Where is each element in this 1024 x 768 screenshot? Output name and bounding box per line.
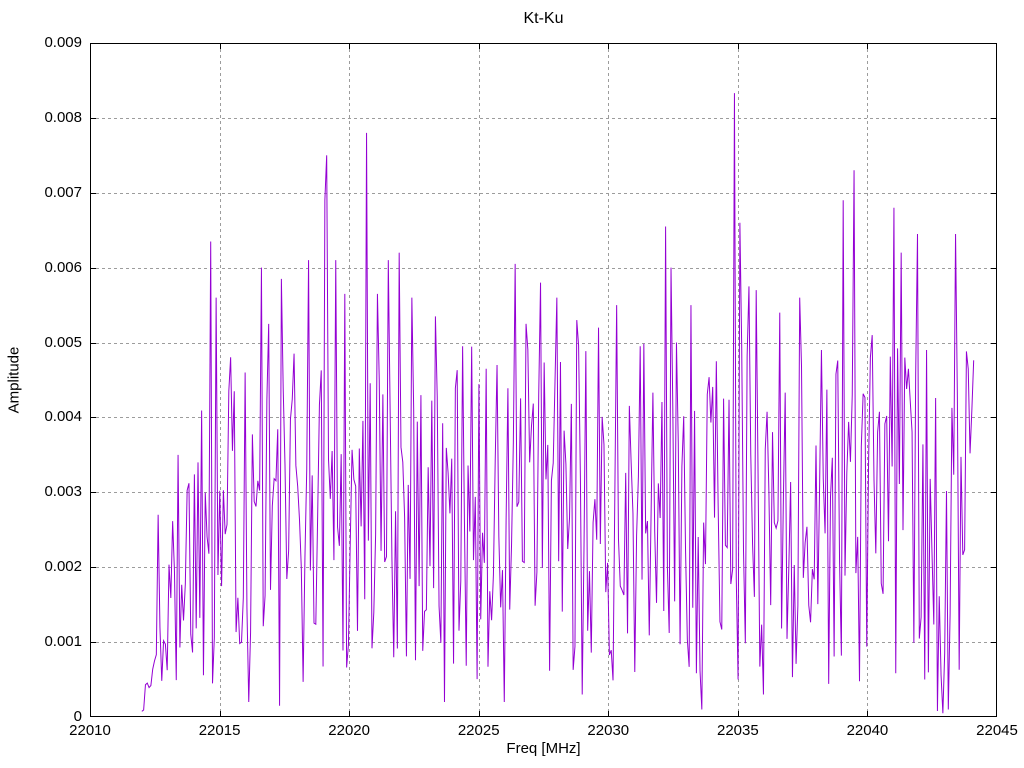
x-axis-label: Freq [MHz]: [506, 740, 581, 757]
x-tick-label: 22040: [846, 722, 889, 739]
chart-title: Kt-Ku: [523, 10, 564, 27]
y-tick-label: 0.001: [44, 633, 82, 651]
x-tick-label: 22020: [328, 722, 370, 739]
x-tick-label: 22045: [976, 722, 1018, 739]
y-tick-label: 0.006: [44, 258, 82, 276]
y-tick-label: 0.005: [44, 333, 82, 351]
plot-area: [90, 43, 997, 717]
x-tick-label: 22010: [69, 722, 111, 739]
y-tick-label: 0.007: [44, 183, 82, 201]
y-tick-label: 0.004: [44, 408, 82, 426]
x-tick-label: 22015: [198, 722, 241, 739]
x-tick-label: 22030: [587, 722, 630, 739]
y-tick-label: 0.003: [44, 483, 82, 501]
y-axis-label: Amplitude: [5, 346, 23, 414]
x-tick-label: 22025: [457, 722, 500, 739]
x-tick-label: 22035: [716, 722, 759, 739]
y-tick-label: 0.008: [44, 108, 82, 126]
y-tick-label: 0.009: [44, 34, 82, 51]
y-tick-label: 0.002: [44, 558, 82, 576]
spectrum-line: [141, 93, 975, 714]
plot-border: [90, 43, 997, 717]
